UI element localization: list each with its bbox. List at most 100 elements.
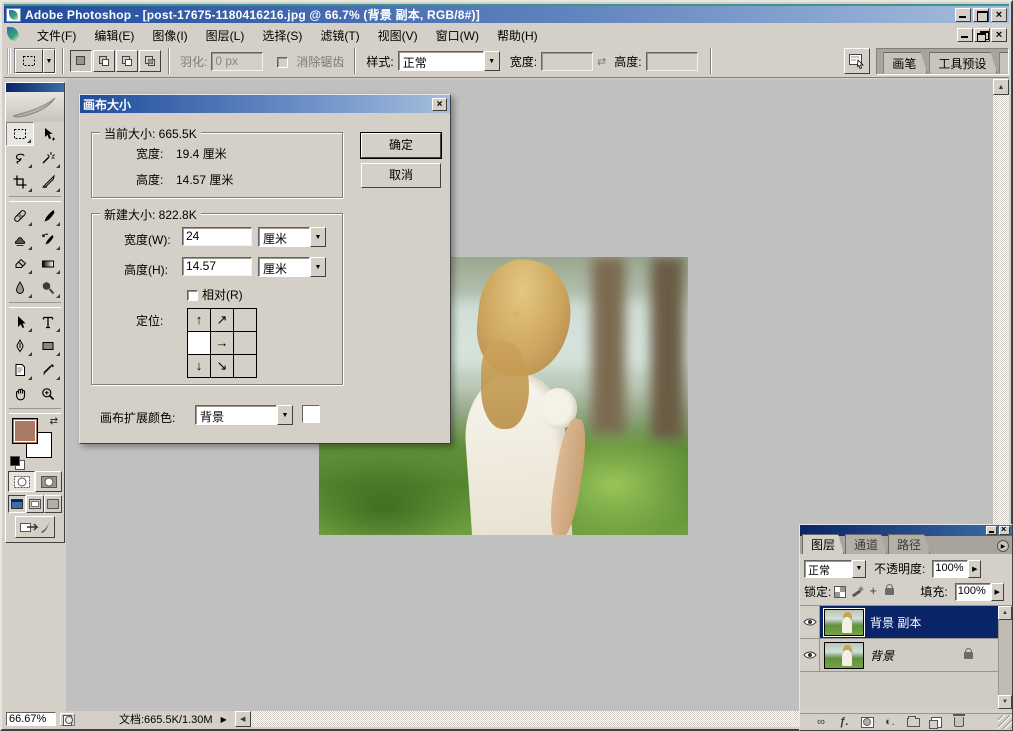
menu-layer[interactable]: 图层(L) [197,25,254,46]
new-width-field[interactable]: 24 [182,227,252,246]
tab-channels[interactable]: 通道 [845,534,887,554]
anchor-cell-mid-right[interactable] [233,331,257,355]
blend-mode-combo[interactable]: 正常 ▼ [804,560,866,578]
height-field[interactable] [646,52,698,71]
opacity-value[interactable]: 100% [932,560,968,578]
layer-row-background-copy[interactable]: 背景 副本 [800,606,999,639]
lock-all-icon[interactable] [885,588,894,595]
swap-colors-icon[interactable]: ⇄ [50,416,58,427]
antialias-checkbox[interactable] [277,57,288,68]
panel-close-button[interactable] [999,526,1010,535]
add-layer-mask-icon[interactable] [860,716,874,728]
height-unit-dropdown-icon[interactable]: ▼ [310,257,326,277]
dialog-title-bar[interactable]: 画布大小 × [80,95,450,113]
relative-checkbox-group[interactable]: 相对(R) [187,286,243,303]
minimize-button[interactable] [955,8,971,22]
type-tool-icon[interactable] [34,310,62,334]
doc-close-button[interactable]: × [991,28,1007,42]
pen-tool-icon[interactable] [6,334,34,358]
shape-tool-icon[interactable] [34,334,62,358]
dialog-close-icon[interactable]: × [432,98,447,111]
new-height-field[interactable]: 14.57 [182,257,252,276]
panel-minimize-button[interactable] [986,526,997,535]
options-bar-grip[interactable] [7,48,11,74]
lock-paint-icon[interactable] [851,586,863,598]
cancel-button[interactable]: 取消 [361,163,441,188]
fullscreen-mode-button[interactable] [44,495,62,513]
blur-tool-icon[interactable] [6,276,34,300]
maximize-button[interactable] [973,8,989,22]
selection-intersect-button[interactable] [139,50,161,72]
brush-tool-icon[interactable] [34,204,62,228]
scroll-left-button[interactable]: ◀ [235,711,251,727]
opacity-slider-icon[interactable]: ▶ [968,560,981,578]
lock-position-icon[interactable] [868,586,880,598]
move-tool-icon[interactable] [34,122,62,146]
anchor-cell-up[interactable]: ↑ [187,308,211,332]
fill-value[interactable]: 100% [955,583,991,601]
lock-transparency-icon[interactable] [834,586,846,598]
menu-file[interactable]: 文件(F) [28,25,85,46]
gradient-tool-icon[interactable] [34,252,62,276]
healing-brush-tool-icon[interactable] [6,204,34,228]
relative-checkbox[interactable] [187,290,198,301]
slice-tool-icon[interactable] [34,170,62,194]
tab-paths[interactable]: 路径 [888,534,930,554]
new-group-icon[interactable] [906,716,920,728]
notes-tool-icon[interactable] [6,358,34,382]
panel-menu-icon[interactable]: ▶ [997,540,1009,552]
anchor-cell-up-right[interactable]: ↗ [210,308,234,332]
selection-new-button[interactable] [70,50,92,72]
layers-scrollbar[interactable]: ▲ ▼ [998,606,1012,709]
palette-tab-layer-comps[interactable]: 图层复合 [999,52,1009,74]
layer-name[interactable]: 背景 [870,647,894,664]
menu-window[interactable]: 窗口(W) [427,25,488,46]
quick-mask-mode-button[interactable] [35,471,62,492]
new-layer-icon[interactable] [929,716,943,728]
anchor-cell-right[interactable]: → [210,331,234,355]
doc-minimize-button[interactable] [957,28,973,42]
standard-screen-mode-button[interactable] [8,495,26,513]
close-button[interactable]: × [991,8,1007,22]
width-field[interactable] [541,52,593,71]
path-selection-tool-icon[interactable] [6,310,34,334]
menu-help[interactable]: 帮助(H) [488,25,547,46]
opacity-control[interactable]: 100% ▶ [932,560,981,578]
photoshop-feather-logo[interactable] [6,92,64,122]
menu-image[interactable]: 图像(I) [143,25,196,46]
rectangular-marquee-tool-icon[interactable] [6,122,34,146]
hand-tool-icon[interactable] [6,382,34,406]
doc-restore-button[interactable] [974,28,990,42]
width-unit-dropdown-icon[interactable]: ▼ [310,227,326,247]
ok-button[interactable]: 确定 [361,133,441,158]
eyedropper-tool-icon[interactable] [34,358,62,382]
selection-subtract-button[interactable] [116,50,138,72]
extension-color-dropdown-icon[interactable]: ▼ [277,405,293,425]
palette-tab-brushes[interactable]: 画笔 [883,52,927,74]
extension-color-swatch[interactable] [302,405,320,423]
layer-style-icon[interactable]: ƒ. [837,716,851,728]
layers-scroll-down-icon[interactable]: ▼ [998,695,1012,709]
menu-edit[interactable]: 编辑(E) [85,25,143,46]
visibility-toggle[interactable] [800,606,820,638]
menu-view[interactable]: 视图(V) [369,25,427,46]
standard-mode-button[interactable] [8,471,35,492]
layer-name[interactable]: 背景 副本 [870,614,921,631]
clone-stamp-tool-icon[interactable] [6,228,34,252]
file-browser-button[interactable] [844,48,870,74]
style-combo[interactable]: 正常 ▼ [398,51,500,71]
feather-field[interactable]: 0 px [211,52,263,71]
status-popup-icon[interactable]: ▶ [221,715,227,724]
fullscreen-menubar-mode-button[interactable] [26,495,44,513]
jump-to-imageready-button[interactable] [15,516,55,538]
title-bar[interactable]: Adobe Photoshop - [post-17675-1180416216… [4,4,1009,23]
antialias-checkbox-group[interactable]: 消除锯齿 [277,53,348,70]
menu-select[interactable]: 选择(S) [253,25,311,46]
anchor-cell-down[interactable]: ↓ [187,354,211,378]
layer-thumbnail[interactable] [824,642,864,669]
layers-scroll-up-icon[interactable]: ▲ [998,606,1012,620]
preset-dropdown-icon[interactable]: ▼ [43,49,55,73]
palette-tab-tool-presets[interactable]: 工具预设 [929,52,997,74]
dodge-tool-icon[interactable] [34,276,62,300]
lasso-tool-icon[interactable] [6,146,34,170]
